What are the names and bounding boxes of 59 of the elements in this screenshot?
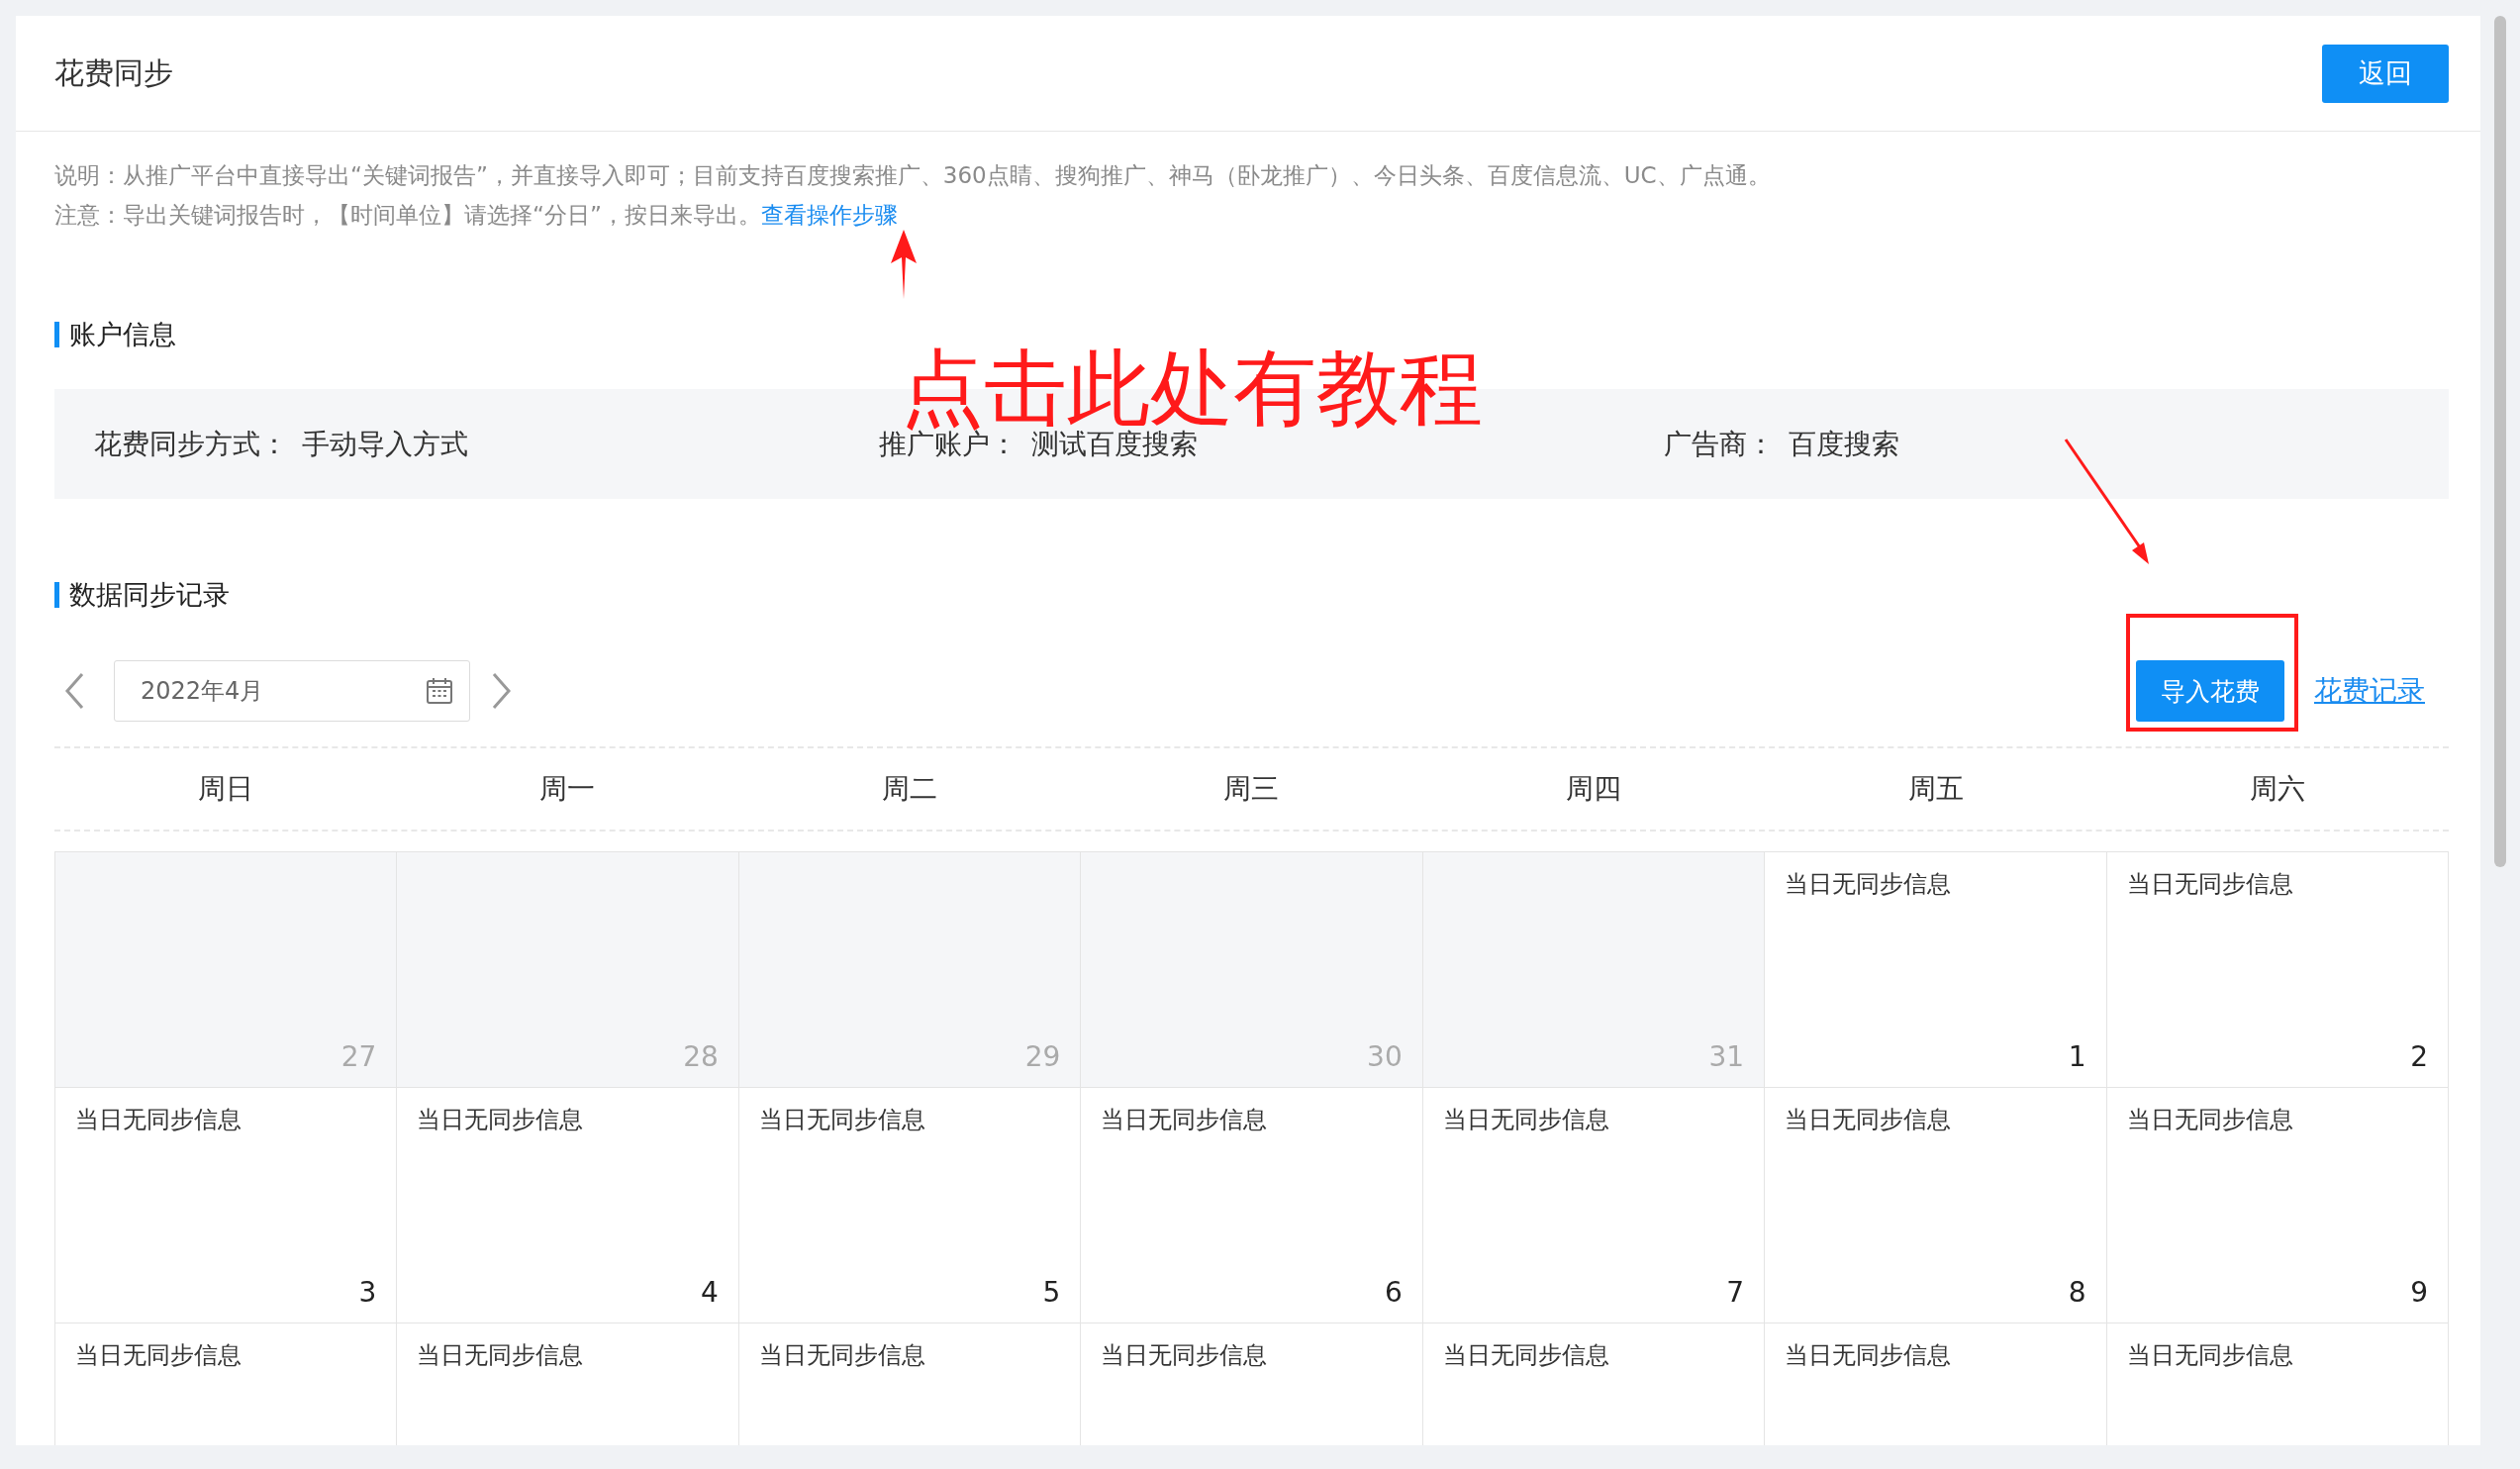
calendar-icon <box>426 677 453 705</box>
day-note: 当日无同步信息 <box>1442 1340 1609 1371</box>
day-note: 当日无同步信息 <box>2126 1105 2293 1135</box>
day-cell[interactable]: 当日无同步信息 1 <box>1765 852 2107 1088</box>
day-note: 当日无同步信息 <box>75 1105 242 1135</box>
day-number: 30 <box>1367 1040 1403 1073</box>
chevron-right-icon <box>491 671 513 711</box>
day-cell[interactable]: 当日无同步信息 3 <box>55 1088 398 1323</box>
weekday-label: 周三 <box>1223 771 1280 807</box>
weekday-label: 周二 <box>881 771 937 807</box>
day-number: 7 <box>1726 1276 1745 1309</box>
day-number: 2 <box>2410 1040 2428 1073</box>
day-cell[interactable]: 当日无同步信息 8 <box>1765 1088 2107 1323</box>
day-number: 1 <box>2068 1040 2086 1073</box>
day-number: 29 <box>1024 1040 1061 1073</box>
note-text: 注意：导出关键词报告时，【时间单位】请选择“分日”，按日来导出。查看操作步骤 <box>54 201 899 230</box>
section-title: 账户信息 <box>54 322 2449 347</box>
day-note: 当日无同步信息 <box>1442 1105 1609 1135</box>
weekday-label: 周六 <box>2250 771 2306 807</box>
chevron-left-icon <box>63 671 85 711</box>
day-note: 当日无同步信息 <box>1785 869 1952 900</box>
account-field: 广告商： 百度搜索 <box>1664 425 2449 463</box>
day-cell[interactable]: 当日无同步信息 2 <box>2106 852 2449 1088</box>
steps-link[interactable]: 查看操作步骤 <box>760 202 898 228</box>
day-number: 31 <box>1708 1040 1745 1073</box>
day-number: 5 <box>1042 1276 1061 1309</box>
day-cell[interactable]: 当日无同步信息 4 <box>397 1088 739 1323</box>
day-number: 4 <box>701 1276 719 1309</box>
day-note: 当日无同步信息 <box>1101 1340 1268 1371</box>
day-note: 当日无同步信息 <box>417 1105 584 1135</box>
day-cell[interactable]: 当日无同步信息 5 <box>738 1088 1082 1323</box>
page-title: 花费同步 <box>54 53 173 92</box>
account-field: 花费同步方式： 手动导入方式 <box>94 425 879 463</box>
day-note: 当日无同步信息 <box>758 1340 925 1371</box>
month-picker-field[interactable]: 2022年4月 <box>114 660 470 722</box>
weekday-label: 周日 <box>197 771 253 807</box>
day-cell[interactable]: 当日无同步信息 9 <box>2106 1088 2449 1323</box>
day-number: 27 <box>340 1040 377 1073</box>
day-note: 当日无同步信息 <box>2126 1340 2293 1371</box>
day-note: 当日无同步信息 <box>417 1340 584 1371</box>
day-note: 当日无同步信息 <box>2126 869 2293 900</box>
day-cell[interactable]: 当日无同步信息 6 <box>1081 1088 1423 1323</box>
day-note: 当日无同步信息 <box>1785 1105 1952 1135</box>
day-note: 当日无同步信息 <box>758 1105 925 1135</box>
day-note: 当日无同步信息 <box>75 1340 242 1371</box>
day-note: 当日无同步信息 <box>1785 1340 1952 1371</box>
weekday-label: 周五 <box>1907 771 1964 807</box>
day-number: 28 <box>683 1040 719 1073</box>
note-text: 说明：从推广平台中直接导出“关键词报告”，并直接导入即可；目前支持百度搜索推广、360点睛、搜狗推广、神马（卧龙推广）、今日头条、百度信息流、UC、广点通。 <box>54 161 1772 190</box>
day-number: 6 <box>1384 1276 1403 1309</box>
section-title: 数据同步记录 <box>54 582 2449 608</box>
day-note: 当日无同步信息 <box>1101 1105 1268 1135</box>
weekday-label: 周一 <box>539 771 596 807</box>
day-number: 9 <box>2410 1276 2428 1309</box>
day-cell[interactable]: 当日无同步信息 7 <box>1422 1088 1766 1323</box>
scrollbar[interactable] <box>2494 16 2506 867</box>
day-number: 8 <box>2068 1276 2086 1309</box>
weekday-label: 周四 <box>1566 771 1622 807</box>
day-number: 3 <box>358 1276 377 1309</box>
